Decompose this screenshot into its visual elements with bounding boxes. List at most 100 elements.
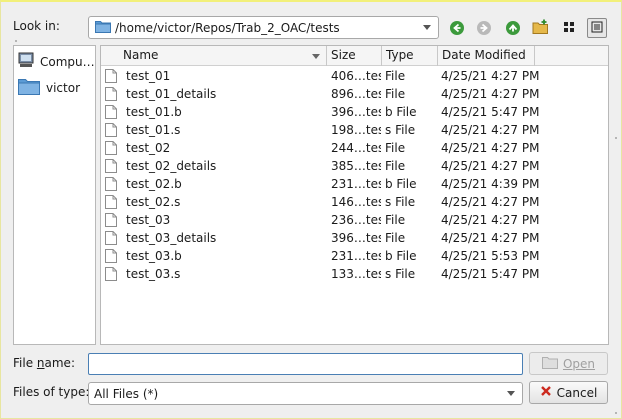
folder-icon [95,19,111,36]
file-date-modified: 4/25/21 4:27 PM [441,195,540,209]
detail-view-button[interactable] [587,18,607,38]
file-type: b File [385,177,417,191]
file-size: 231…tes [331,177,381,191]
file-size: 231…tes [331,249,381,263]
file-icon [105,141,117,155]
file-size: 133…tes [331,267,381,281]
sidebar-item-computer[interactable]: Compu… [18,52,95,71]
file-type: File [385,159,406,173]
file-name-input[interactable] [88,353,523,375]
sidebar-item-label: Compu… [40,54,95,69]
file-row[interactable]: test_01.b 396…tes b File 4/25/21 5:47 PM [101,103,608,121]
file-icon [105,231,117,245]
computer-icon [18,52,34,71]
file-name: test_01 [126,69,171,83]
file-row[interactable]: test_03 236…tes File 4/25/21 4:27 PM [101,211,608,229]
look-in-combo[interactable]: /home/victor/Repos/Trab_2_OAC/tests [88,16,439,39]
file-type: File [385,231,406,245]
file-name: test_02 [126,141,171,155]
column-header-size[interactable]: Size [327,46,382,66]
file-type: s File [385,123,416,137]
chevron-down-icon [423,25,431,30]
file-date-modified: 4/25/21 5:53 PM [441,249,540,263]
files-of-type-label: Files of type: [13,385,90,399]
current-path: /home/victor/Repos/Trab_2_OAC/tests [115,20,340,35]
file-date-modified: 4/25/21 4:39 PM [441,177,540,191]
file-row[interactable]: test_02.s 146…tes s File 4/25/21 4:27 PM [101,193,608,211]
new-folder-icon [532,19,550,38]
arrow-left-icon [450,21,464,35]
file-icon [105,177,117,191]
arrow-up-icon [506,21,520,35]
detail-view-icon [591,21,603,36]
sidebar-item-victor[interactable]: victor [18,77,80,98]
file-name: test_01.b [126,105,182,119]
file-row[interactable]: test_03.b 231…tes b File 4/25/21 5:53 PM [101,247,608,265]
file-row[interactable]: test_03.s 133…tes s File 4/25/21 5:47 PM [101,265,608,283]
places-sidebar: Compu… victor [13,45,96,345]
file-type: File [385,87,406,101]
file-size: 146…tes [331,195,381,209]
file-type: b File [385,249,417,263]
file-date-modified: 4/25/21 4:27 PM [441,123,540,137]
file-size: 236…tes [331,213,381,227]
file-row[interactable]: test_01_details 896…tes File 4/25/21 4:27 P… [101,85,608,103]
arrow-right-icon [477,21,491,35]
chevron-down-icon [507,391,515,396]
up-button[interactable] [503,18,523,38]
file-name: test_03.s [126,267,181,281]
file-icon [105,87,117,101]
file-size: 385…tes [331,159,381,173]
list-view-button[interactable] [559,18,579,38]
column-header-name[interactable]: Name [119,46,327,66]
files-of-type-value: All Files (*) [94,386,159,401]
file-row[interactable]: test_02.b 231…tes b File 4/25/21 4:39 PM [101,175,608,193]
file-row[interactable]: test_01.s 198…tes s File 4/25/21 4:27 PM [101,121,608,139]
file-type: File [385,213,406,227]
files-of-type-combo[interactable]: All Files (*) [88,382,523,405]
file-row[interactable]: test_01 406…tes File 4/25/21 4:27 PM [101,67,608,85]
file-date-modified: 4/25/21 4:27 PM [441,231,540,245]
file-name: test_02.b [126,177,182,191]
back-button[interactable] [447,18,467,38]
file-icon [105,249,117,263]
file-name: test_03_details [126,231,217,245]
file-list-header: Name Size Type Date Modified [101,46,608,66]
file-size: 396…tes [331,105,381,119]
file-icon [105,105,117,119]
file-icon [105,213,117,227]
file-row[interactable]: test_02 244…tes File 4/25/21 4:27 PM [101,139,608,157]
file-size: 198…tes [331,123,381,137]
file-name: test_03 [126,213,171,227]
forward-button[interactable] [474,18,494,38]
resize-grip-dot [615,412,617,414]
new-folder-button[interactable] [531,18,551,38]
file-list: Name Size Type Date Modified test_01 406…… [100,45,609,345]
file-date-modified: 4/25/21 5:47 PM [441,105,540,119]
file-type: File [385,141,406,155]
list-view-icon [562,20,576,37]
file-date-modified: 4/25/21 4:27 PM [441,87,540,101]
file-size: 896…tes [331,87,381,101]
file-type: s File [385,195,416,209]
cancel-icon [540,385,552,400]
sort-descending-icon [312,54,320,59]
open-button[interactable]: Open [529,352,608,375]
file-row[interactable]: test_03_details 396…tes File 4/25/21 4:27 P… [101,229,608,247]
file-name: test_01.s [126,123,181,137]
file-date-modified: 4/25/21 5:47 PM [441,267,540,281]
file-row[interactable]: test_02_details 385…tes File 4/25/21 4:27 P… [101,157,608,175]
file-date-modified: 4/25/21 4:27 PM [441,141,540,155]
resize-grip-dot [615,137,617,139]
file-type: b File [385,105,417,119]
open-folder-icon [541,356,558,372]
file-name: test_02_details [126,159,217,173]
look-in-label: Look in: [13,19,60,33]
file-size: 406…tes [331,69,381,83]
cancel-button[interactable]: Cancel [529,381,608,404]
column-header-date-modified[interactable]: Date Modified [438,46,535,66]
column-header-type[interactable]: Type [382,46,438,66]
file-name: test_01_details [126,87,217,101]
file-type: s File [385,267,416,281]
folder-icon [18,77,40,98]
